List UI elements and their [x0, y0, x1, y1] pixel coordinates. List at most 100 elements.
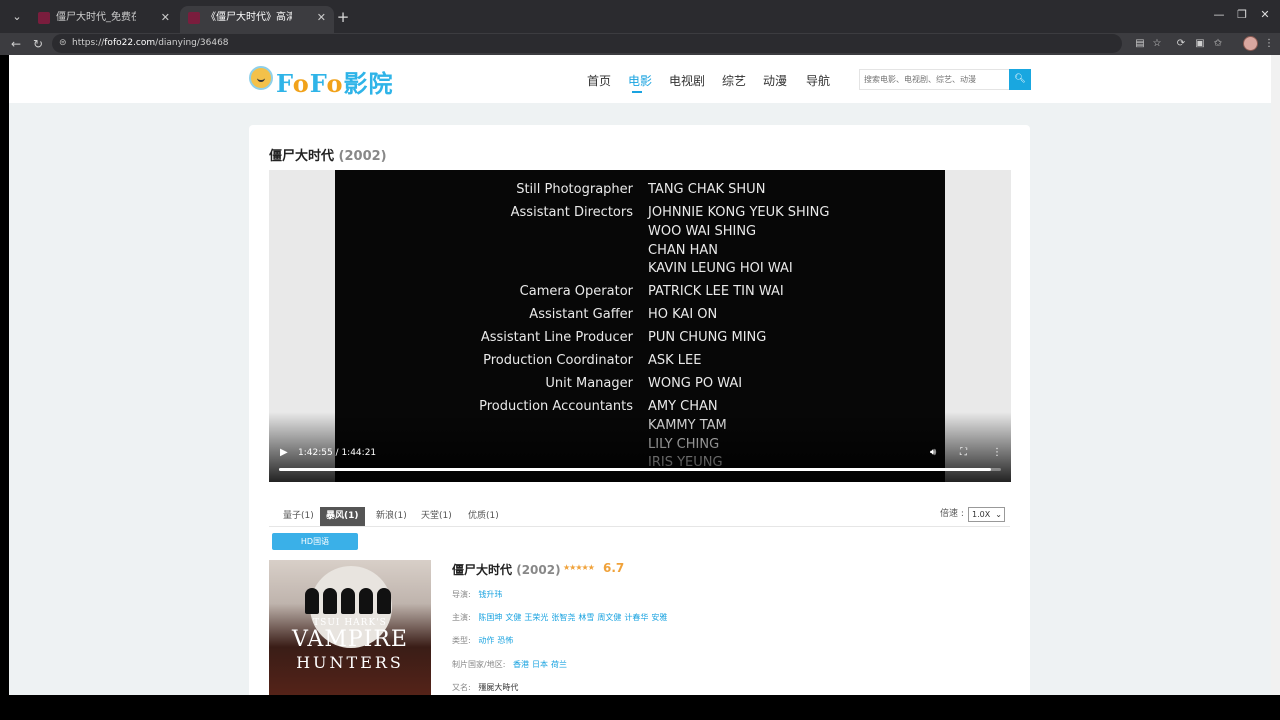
source-tab-1[interactable]: 量子(1)	[277, 507, 320, 526]
new-tab-icon[interactable]: +	[335, 8, 351, 26]
source-tab-5[interactable]: 优质(1)	[462, 507, 505, 526]
split-screen-icon[interactable]: ▣	[1193, 37, 1207, 51]
tab-title: 《僵尸大时代》高清完整版在线观看	[206, 12, 292, 23]
cast-link[interactable]: 陈国坤	[478, 613, 502, 622]
cast-link[interactable]: 王荣光	[524, 613, 548, 622]
credit-role: Camera Operator	[519, 284, 633, 299]
site-header: FoFo影院 首页 电影 电视剧 综艺 动漫 导航 🔍︎	[9, 55, 1271, 103]
credit-name: HO KAI ON	[648, 307, 718, 322]
credit-name: PUN CHUNG MING	[648, 330, 767, 345]
source-tabs: 量子(1) 暴风(1) 新浪(1) 天堂(1) 优质(1)	[269, 507, 1010, 527]
url-path: /dianying/36468	[155, 38, 229, 48]
nav-active-indicator	[632, 91, 642, 93]
genre-row: 类型: 动作 恐怖	[452, 636, 514, 645]
search-input[interactable]	[860, 70, 1010, 89]
speed-label: 倍速 :	[940, 509, 964, 519]
episode-button[interactable]: HD国语	[272, 533, 358, 550]
cast-row: 主演: 陈国坤 文健 王荣光 张智尧 林雪 周文健 计春华 安雅	[452, 613, 668, 622]
credit-name: CHAN HAN	[648, 243, 718, 258]
source-tab-4[interactable]: 天堂(1)	[415, 507, 458, 526]
bookmark-star-icon[interactable]: ☆	[1150, 37, 1164, 51]
reader-icon[interactable]: ▤	[1133, 37, 1147, 51]
region-link[interactable]: 日本	[532, 660, 548, 669]
search-icon[interactable]: 🔍︎	[1009, 69, 1031, 90]
alias-value: 殭屍大時代	[478, 683, 519, 692]
nav-movies[interactable]: 电影	[628, 72, 652, 89]
progress-bar[interactable]	[279, 468, 1001, 471]
maximize-icon[interactable]: ❐	[1235, 8, 1249, 21]
back-icon[interactable]: ←	[8, 36, 24, 52]
source-tab-3[interactable]: 新浪(1)	[370, 507, 413, 526]
tab-search-icon[interactable]: ⌄	[8, 9, 26, 25]
page-title: 僵尸大时代 (2002)	[269, 149, 387, 164]
web-page: FoFo影院 首页 电影 电视剧 综艺 动漫 导航 🔍︎ 僵尸大时代 (2002…	[9, 55, 1271, 695]
browser-tab-2[interactable]: 《僵尸大时代》高清完整版在线观看 ✕	[180, 6, 334, 33]
cast-link[interactable]: 张智尧	[551, 613, 575, 622]
favicon-icon	[188, 12, 200, 24]
favicon-icon	[38, 12, 50, 24]
cast-link[interactable]: 林雪	[578, 613, 594, 622]
more-options-icon[interactable]: ⋮	[992, 447, 1002, 458]
poster-line-2: VAMPIRE	[292, 627, 408, 652]
nav-anime[interactable]: 动漫	[763, 72, 787, 89]
play-icon[interactable]: ▶	[280, 447, 288, 458]
progress-fill	[279, 468, 991, 471]
logo-text: FoFo影院	[276, 69, 394, 98]
video-player[interactable]: CHOW SIU PEN Still Photographer TANG CHAK …	[269, 170, 1011, 482]
page-scrollbar[interactable]	[1271, 55, 1280, 695]
nav-tv[interactable]: 电视剧	[669, 72, 705, 89]
nav-guide[interactable]: 导航	[806, 72, 830, 89]
profile-avatar[interactable]	[1243, 36, 1258, 51]
genre-link[interactable]: 恐怖	[497, 636, 513, 645]
credit-role: Assistant Gaffer	[529, 307, 633, 322]
poster-line-3: HUNTERS	[296, 653, 404, 672]
info-title: 僵尸大时代 (2002)	[452, 563, 561, 577]
region-link[interactable]: 香港	[513, 660, 529, 669]
rating-stars: ★★★★★	[563, 563, 595, 572]
controls-overlay	[269, 412, 1011, 482]
alias-row: 又名: 殭屍大時代	[452, 683, 519, 692]
address-bar-row: ← ↻ ⊜ https://fofo22.com/dianying/36468 …	[0, 33, 1280, 55]
time-display: 1:42:55 / 1:44:21	[298, 448, 377, 458]
cast-link[interactable]: 文健	[505, 613, 521, 622]
genre-link[interactable]: 动作	[478, 636, 494, 645]
credit-role: Assistant Line Producer	[480, 330, 633, 345]
url-field[interactable]: ⊜ https://fofo22.com/dianying/36468	[52, 34, 1122, 53]
reload-icon[interactable]: ↻	[30, 36, 46, 52]
content-card: 僵尸大时代 (2002) CHOW SIU PEN Still Photograp…	[249, 125, 1030, 695]
credit-name: PATRICK LEE TIN WAI	[648, 284, 784, 299]
extensions-icon[interactable]: ⟳	[1174, 37, 1188, 51]
close-tab-icon[interactable]: ✕	[161, 6, 170, 30]
favorites-icon[interactable]: ✩	[1211, 37, 1225, 51]
browser-tab-1[interactable]: 僵尸大时代_免费在线观看热门电影 ✕	[30, 6, 178, 33]
menu-icon[interactable]: ⋮	[1262, 37, 1276, 51]
poster-riders	[297, 588, 403, 616]
credit-name: JOHNNIE KONG YEUK SHING	[648, 205, 830, 220]
director-row: 导演: 钱升玮	[452, 590, 503, 599]
speed-select[interactable]: 1.0X ⌄	[968, 507, 1005, 522]
credit-name: WOO WAI SHING	[648, 224, 757, 239]
url-prefix: https://	[72, 38, 105, 48]
nav-home[interactable]: 首页	[587, 72, 611, 89]
taskbar-area	[0, 695, 1280, 720]
fullscreen-icon[interactable]: ⛶	[960, 447, 967, 458]
movie-poster[interactable]: TSUI HARK'S VAMPIRE HUNTERS	[269, 560, 431, 695]
credit-role: Production Coordinator	[483, 353, 633, 368]
credit-role: Unit Manager	[545, 376, 633, 391]
credit-name: TANG CHAK SHUN	[648, 182, 766, 197]
site-info-icon[interactable]: ⊜	[59, 34, 67, 53]
cast-link[interactable]: 安雅	[651, 613, 667, 622]
credit-name: KAVIN LEUNG HOI WAI	[648, 261, 793, 276]
minimize-icon[interactable]: —	[1212, 8, 1226, 21]
close-window-icon[interactable]: ✕	[1258, 8, 1272, 21]
chevron-down-icon: ⌄	[995, 510, 1002, 519]
cast-link[interactable]: 周文健	[597, 613, 621, 622]
tab-title: 僵尸大时代_免费在线观看热门电影	[56, 12, 136, 23]
region-link[interactable]: 荷兰	[551, 660, 567, 669]
cast-link[interactable]: 计春华	[624, 613, 648, 622]
volume-icon[interactable]: 🔊︎	[930, 447, 936, 458]
close-tab-icon[interactable]: ✕	[317, 6, 326, 30]
source-tab-2[interactable]: 暴风(1)	[320, 507, 365, 526]
nav-variety[interactable]: 综艺	[722, 72, 746, 89]
director-link[interactable]: 钱升玮	[478, 590, 502, 599]
